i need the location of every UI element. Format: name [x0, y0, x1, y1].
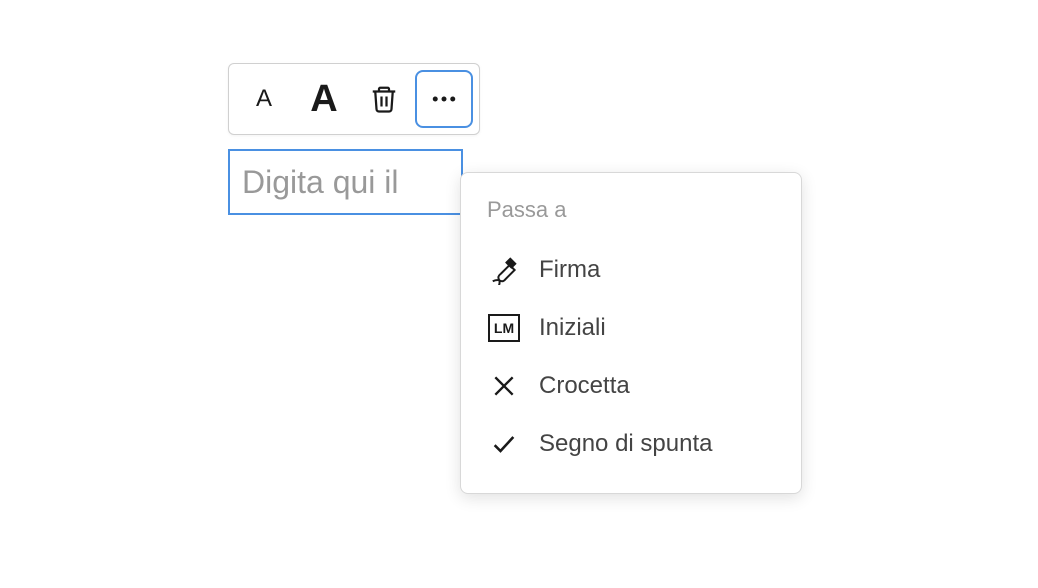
dropdown-item-checkmark[interactable]: Segno di spunta — [461, 415, 801, 473]
text-input[interactable] — [242, 164, 449, 201]
dropdown-item-initials[interactable]: LM Iniziali — [461, 299, 801, 357]
check-icon — [487, 427, 521, 461]
dropdown-item-label: Segno di spunta — [539, 430, 712, 458]
increase-text-button[interactable]: A — [295, 70, 353, 128]
x-mark-icon — [487, 369, 521, 403]
more-options-button[interactable] — [415, 70, 473, 128]
dropdown-item-label: Firma — [539, 256, 600, 284]
delete-button[interactable] — [355, 70, 413, 128]
dropdown-item-cross[interactable]: Crocetta — [461, 357, 801, 415]
dropdown-item-label: Crocetta — [539, 372, 630, 400]
ellipsis-icon — [427, 82, 461, 116]
switch-to-dropdown: Passa a Firma LM Iniziali Crocetta — [460, 172, 802, 494]
svg-text:LM: LM — [494, 320, 514, 336]
text-input-box[interactable] — [228, 149, 463, 215]
initials-icon: LM — [487, 311, 521, 345]
decrease-text-button[interactable]: A — [235, 70, 293, 128]
dropdown-item-signature[interactable]: Firma — [461, 241, 801, 299]
dropdown-item-label: Iniziali — [539, 314, 606, 342]
pen-nib-icon — [487, 253, 521, 287]
dropdown-heading: Passa a — [461, 193, 801, 241]
trash-icon — [367, 82, 401, 116]
text-toolbar: A A — [228, 63, 480, 135]
